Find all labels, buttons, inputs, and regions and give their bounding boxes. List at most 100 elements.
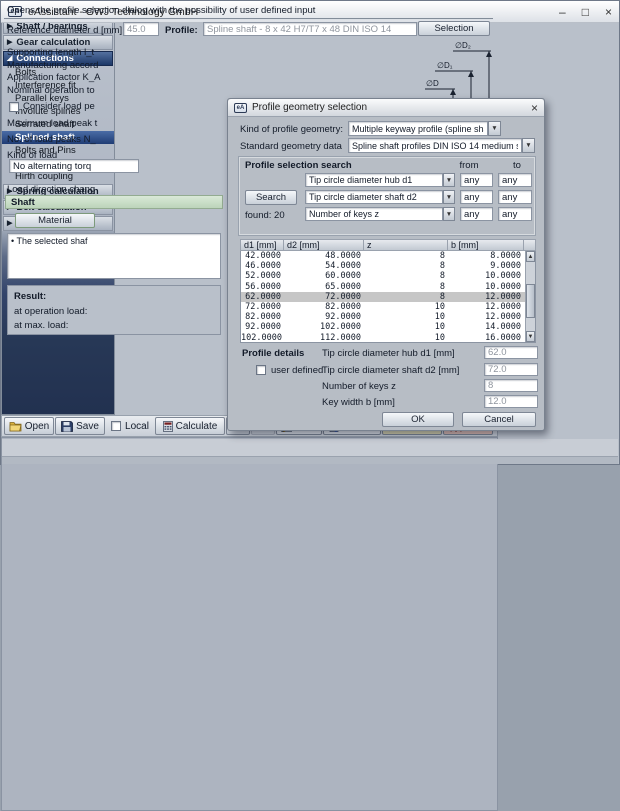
open-button[interactable]: Open: [4, 417, 54, 435]
table-row[interactable]: 102.0000112.00001016.0000: [241, 333, 525, 343]
profile-geometry-dialog: eA Profile geometry selection × Kind of …: [227, 98, 545, 431]
table-cell: 48.0000: [285, 251, 365, 261]
table-cell: 92.0000: [285, 312, 365, 322]
kind-of-profile-combo[interactable]: Multiple keyway profile (spline shaft): [348, 121, 488, 136]
search-field-combo-tip-circle-diameter-hub-d1[interactable]: Tip circle diameter hub d1: [305, 173, 443, 187]
table-cell: 46.0000: [241, 261, 285, 271]
standard-combo-arrow-icon[interactable]: ▼: [522, 138, 535, 153]
table-cell: 8: [365, 251, 449, 261]
detail-value-text: 12.0: [488, 396, 507, 407]
kind-of-profile-label: Kind of profile geometry:: [240, 124, 346, 135]
table-row[interactable]: 52.000060.0000810.0000: [241, 271, 525, 281]
detail-value-number-of-keys-z: 8: [484, 379, 538, 392]
table-row[interactable]: 46.000054.000089.0000: [241, 261, 525, 271]
search-combo-arrow-icon[interactable]: ▼: [443, 190, 455, 204]
table-cell: 62.0000: [241, 292, 285, 302]
selection-button[interactable]: Selection: [418, 21, 490, 36]
table-cell: 82.0000: [241, 312, 285, 322]
table-row[interactable]: 42.000048.000088.0000: [241, 251, 525, 261]
profile-table-rows: 42.000048.000088.000046.000054.000089.00…: [241, 251, 525, 342]
search-field-combo-number-of-keys-z[interactable]: Number of keys z: [305, 207, 443, 221]
found-count-label: found: 20: [245, 210, 285, 221]
user-defined-checkbox[interactable]: [256, 365, 266, 375]
search-to-field-0[interactable]: any: [498, 173, 532, 187]
triangle-collapsed-icon: ▶: [7, 39, 12, 46]
standard-geometry-combo[interactable]: Spline shaft profiles DIN ISO 14 medium …: [348, 138, 522, 153]
dialog-close-icon[interactable]: ×: [531, 102, 538, 114]
toolbar-button-label: Open: [25, 421, 49, 432]
ok-button[interactable]: OK: [382, 412, 454, 427]
open-folder-icon: [9, 421, 22, 432]
calculate-button[interactable]: Calculate: [155, 417, 225, 435]
kind-combo-arrow-icon[interactable]: ▼: [488, 121, 501, 136]
search-from-field-2[interactable]: any: [460, 207, 493, 221]
table-cell: 8: [365, 261, 449, 271]
table-cell: 52.0000: [241, 271, 285, 281]
search-field-combo-tip-circle-diameter-shaft-d2[interactable]: Tip circle diameter shaft d2: [305, 190, 443, 204]
table-header-z[interactable]: z: [364, 239, 448, 251]
result-panel: Result: at operation load: at max. load:: [7, 285, 221, 335]
table-cell: 10: [365, 322, 449, 332]
detail-value-text: 8: [488, 380, 493, 391]
table-cell: 10.0000: [449, 282, 525, 292]
form-label-supporting-length-l-t: Supporting length l_t: [7, 47, 221, 58]
search-combo-arrow-icon[interactable]: ▼: [443, 207, 455, 221]
kind-of-load-combo[interactable]: No alternating torq: [9, 159, 139, 173]
table-row[interactable]: 62.000072.0000812.0000: [241, 292, 525, 302]
local-checkbox[interactable]: [111, 421, 121, 431]
cancel-button[interactable]: Cancel: [462, 412, 536, 427]
form-row-consider-load-pe: Consider load pe: [9, 101, 221, 112]
main-panel: Opens the profile selection dialog with …: [1, 437, 498, 811]
search-to-field-1[interactable]: any: [498, 190, 532, 204]
table-cell: 8: [365, 292, 449, 302]
table-row[interactable]: 82.000092.00001012.0000: [241, 312, 525, 322]
material-button[interactable]: Material: [15, 213, 95, 228]
search-to-field-2[interactable]: any: [498, 207, 532, 221]
consider-load-checkbox[interactable]: [9, 102, 19, 112]
form-label-no-of-load-peaks-n: No. of load peaks N_: [7, 134, 221, 145]
table-cell: 72.0000: [285, 292, 365, 302]
reference-diameter-field: 45.0: [123, 22, 159, 36]
search-combo-arrow-icon[interactable]: ▼: [443, 173, 455, 187]
minimize-button[interactable]: –: [559, 6, 566, 18]
calculator-icon: [163, 421, 173, 432]
save-floppy-icon: [61, 421, 73, 432]
scroll-up-icon[interactable]: ▲: [526, 251, 535, 262]
table-cell: 82.0000: [285, 302, 365, 312]
result-row-operation: at operation load:: [14, 306, 87, 317]
table-row[interactable]: 72.000082.00001012.0000: [241, 302, 525, 312]
table-scrollbar[interactable]: ▲ ▼: [525, 251, 535, 342]
table-row[interactable]: 56.000065.0000810.0000: [241, 282, 525, 292]
shaft-section-header: Shaft: [5, 195, 223, 209]
search-from-field-0[interactable]: any: [460, 173, 493, 187]
table-header-b-mm[interactable]: b [mm]: [448, 239, 524, 251]
triangle-collapsed-icon: ▶: [7, 220, 12, 227]
scrollbar-thumb[interactable]: [526, 284, 535, 318]
table-cell: 65.0000: [285, 282, 365, 292]
maximize-button[interactable]: □: [582, 6, 589, 18]
form-label-load-direction-chang: Load direction chang: [7, 184, 221, 195]
separator: [4, 18, 493, 20]
profile-label: Profile:: [165, 25, 203, 36]
window-controls: – □ ×: [559, 6, 612, 18]
form-label-nominal-operation-to: Nominal operation to: [7, 85, 221, 96]
detail-value-tip-circle-diameter-shaft-d2-mm: 72.0: [484, 363, 538, 376]
toolbar-button-label: Save: [76, 421, 99, 432]
search-from-field-1[interactable]: any: [460, 190, 493, 204]
table-row[interactable]: 92.0000102.00001014.0000: [241, 322, 525, 332]
from-label: from: [453, 160, 485, 171]
detail-value-key-width-b-mm: 12.0: [484, 395, 538, 408]
to-label: to: [501, 160, 533, 171]
window-bottom-frame: [2, 456, 618, 464]
combo-value: Tip circle diameter hub d1: [309, 175, 412, 185]
search-button[interactable]: Search: [245, 190, 297, 205]
save-button[interactable]: Save: [55, 417, 105, 435]
standard-geometry-label: Standard geometry data: [240, 141, 346, 152]
scroll-down-icon[interactable]: ▼: [526, 331, 535, 342]
form-label-application-factor-k-a: Application factor K_A: [7, 72, 221, 83]
form-label-maximum-load-peak-t: Maximum load peak t: [7, 118, 221, 129]
table-header-d1-mm[interactable]: d1 [mm]: [240, 239, 284, 251]
close-button[interactable]: ×: [605, 6, 612, 18]
table-header-scroll-spacer: [524, 239, 536, 251]
table-header-d2-mm[interactable]: d2 [mm]: [284, 239, 364, 251]
